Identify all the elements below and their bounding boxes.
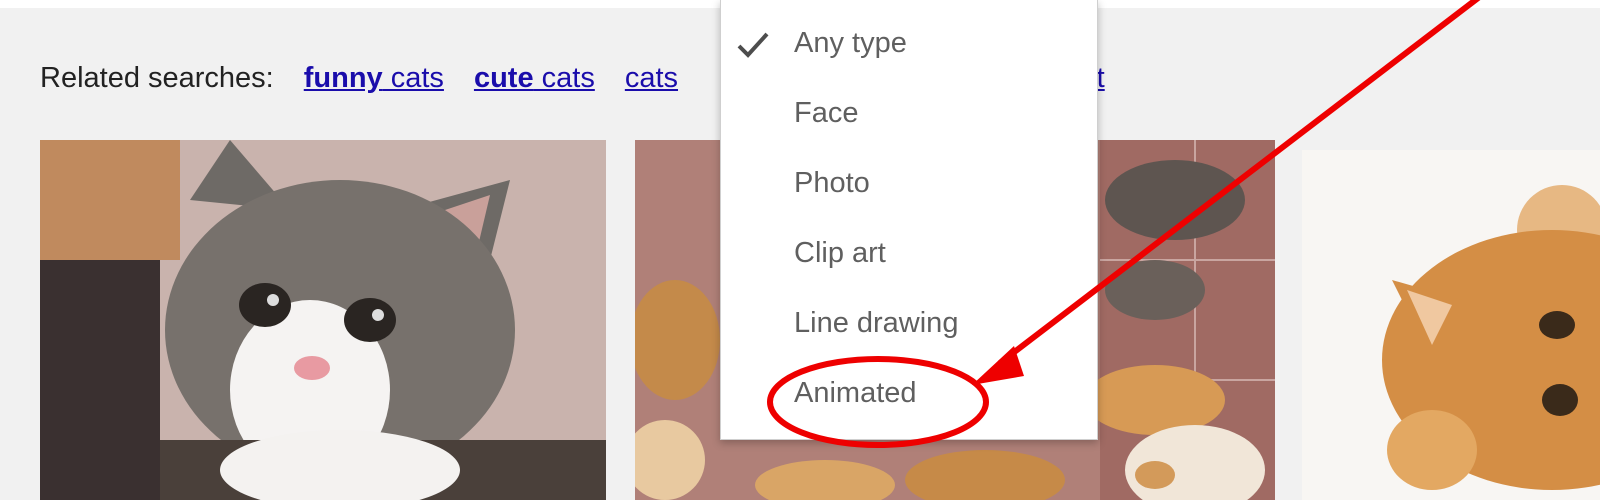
related-link-funny-cats[interactable]: funny cats <box>304 62 444 95</box>
menu-item-label: Animated <box>794 376 917 409</box>
related-searches-label: Related searches: <box>40 61 274 94</box>
menu-item-label: Clip art <box>794 236 886 269</box>
menu-item-label: Any type <box>794 26 907 59</box>
related-link-bold: cute <box>473 61 534 94</box>
related-link-rest: cats <box>382 61 444 94</box>
related-link-rest: cats <box>533 61 595 94</box>
menu-item-line-drawing[interactable]: Line drawing <box>721 288 1097 358</box>
menu-item-label: Face <box>794 96 859 129</box>
related-link-cats[interactable]: cats <box>625 62 678 95</box>
menu-item-label: Line drawing <box>794 306 959 339</box>
menu-item-face[interactable]: Face <box>721 78 1097 148</box>
related-link-cute-cats[interactable]: cute cats <box>474 62 595 95</box>
kitten-photo <box>40 140 606 500</box>
orange-kitten-photo <box>1302 150 1600 500</box>
related-link-rest: cats <box>624 61 679 94</box>
related-link-bold: funny <box>303 61 383 94</box>
image-result-orange-kitten[interactable] <box>1302 150 1600 500</box>
menu-item-any-type[interactable]: Any type <box>721 8 1097 78</box>
menu-item-clip-art[interactable]: Clip art <box>721 218 1097 288</box>
menu-item-photo[interactable]: Photo <box>721 148 1097 218</box>
menu-item-label: Photo <box>794 166 870 199</box>
image-result-kitten[interactable] <box>40 140 606 500</box>
checkmark-icon <box>737 32 769 58</box>
image-type-menu: Any type Face Photo Clip art Line drawin… <box>720 0 1098 440</box>
menu-item-animated[interactable]: Animated <box>721 358 1097 428</box>
